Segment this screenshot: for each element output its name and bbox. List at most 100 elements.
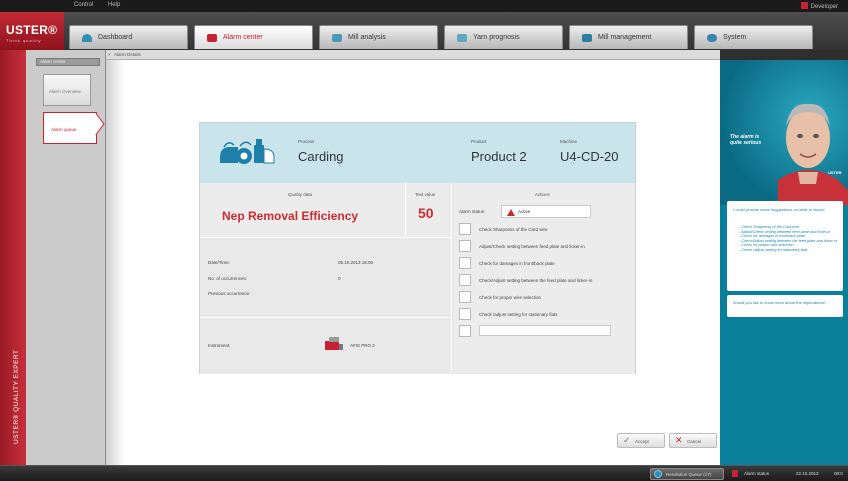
occurrences-value: 0	[338, 276, 341, 281]
check-label: Check for damages in front/back plate	[479, 261, 555, 266]
tab-label: Dashboard	[98, 34, 133, 41]
cancel-label: Cancel	[687, 439, 702, 444]
status-bar: Resolution Queue (17) Alarm status 22.10…	[0, 465, 848, 481]
user-icon	[800, 2, 808, 9]
sidebar-item-alarm-overview[interactable]: Alarm Overview	[43, 74, 91, 106]
implications-text: Would you like to know more about the im…	[733, 300, 827, 305]
check-feed-plate[interactable]	[459, 240, 471, 252]
check-label: Check/Adjust setting between the feed pl…	[479, 278, 593, 283]
product-value: Product 2	[471, 149, 527, 164]
check-label: Check /adjust setting for stationary fla…	[479, 312, 558, 317]
sidebar: Alarm center Alarm Overview Alarm queue	[26, 50, 106, 465]
previous-occurrence-label: Previous occurrence:	[208, 291, 251, 296]
alarm-status-select[interactable]: Active	[501, 205, 591, 218]
tab-label: Mill management	[598, 34, 652, 41]
mill-icon	[332, 34, 342, 42]
status-date: 22.10.2013	[796, 471, 819, 476]
tab-mill-analysis[interactable]: Mill analysis	[319, 25, 438, 49]
alarm-info-panel: Date/Time: 05.10.2013 15:06 No. of occur…	[200, 238, 452, 318]
close-tab-icon[interactable]: ×	[108, 52, 111, 57]
accept-label: Accept	[635, 439, 649, 444]
tab-label: Alarm center	[223, 34, 263, 41]
expert-avatar-icon	[778, 103, 848, 205]
instrument-panel: Instrument: AFIS PRO 2	[200, 318, 452, 374]
gauge-icon	[82, 34, 92, 42]
brand-tagline: Think quality	[6, 38, 42, 43]
tab-yarn-prognosis[interactable]: Yarn prognosis	[444, 25, 563, 49]
alarm-status-label: Alarm status:	[459, 209, 486, 214]
accept-button[interactable]: ✓ Accept	[617, 433, 665, 448]
check-other[interactable]	[459, 325, 471, 337]
tab-label: System	[723, 34, 747, 41]
management-icon	[582, 34, 592, 42]
check-icon: ✓	[623, 435, 631, 445]
tab-mill-management[interactable]: Mill management	[569, 25, 688, 49]
menu-control[interactable]: Control	[74, 2, 93, 8]
check-label: Adjust/Check setting between feed plate …	[479, 244, 585, 249]
suggestions-question: I could provide some suggestions on what…	[733, 207, 825, 212]
quality-data-panel: Quality data Nep Removal Efficiency	[200, 183, 406, 238]
quality-value: Nep Removal Efficiency	[222, 209, 359, 223]
alarm-status-text: Alarm status	[744, 471, 770, 476]
breadcrumb: × Alarm Details	[106, 50, 720, 60]
resolution-queue-label: Resolution Queue (17)	[666, 472, 712, 477]
machine-label: Machine	[560, 139, 578, 144]
test-value: 50	[418, 205, 434, 221]
occurrences-label: No. of occurrences:	[208, 276, 248, 281]
menu-bar: Control Help Developer	[0, 0, 848, 12]
expert-brand: USTER	[828, 170, 842, 175]
process-value: Carding	[298, 149, 344, 164]
breadcrumb-label: Alarm Details	[114, 52, 141, 57]
suggestions-box[interactable]: I could provide some suggestions on what…	[727, 201, 843, 291]
alarm-details-card: Process Carding Product Product 2 Machin…	[199, 122, 636, 374]
implications-box[interactable]: Would you like to know more about the im…	[727, 295, 843, 317]
instrument-value: AFIS PRO 2	[350, 343, 375, 348]
actions-label: Actions	[535, 192, 550, 197]
check-wire-sharpness[interactable]	[459, 223, 471, 235]
user-name: Developer	[810, 4, 838, 10]
check-label: Check Sharpness of the Card wire	[479, 227, 548, 232]
main-content: Process Carding Product Product 2 Machin…	[106, 60, 720, 465]
suggestion-item: - Check /adjust setting for stationary f…	[739, 247, 808, 252]
app-window: Control Help Developer USTER® Think qual…	[0, 0, 848, 481]
user-menu[interactable]: Developer	[800, 2, 838, 10]
tab-alarm-center[interactable]: Alarm center	[194, 25, 313, 49]
check-stationary-flats[interactable]	[459, 308, 471, 320]
process-label: Process	[298, 139, 315, 144]
datetime-value: 05.10.2013 15:06	[338, 260, 374, 265]
test-value-panel: Test value 50	[406, 183, 452, 238]
machine-value: U4-CD-20	[560, 149, 619, 164]
actions-panel: Actions Alarm status: Active Check Sharp…	[453, 183, 635, 374]
alarm-status-value: Active	[518, 209, 531, 214]
suggestions-list: - Check Sharpness of the Card wire - Adj…	[739, 225, 837, 253]
alarm-header: Process Carding Product Product 2 Machin…	[200, 123, 635, 183]
check-label: Check for proper wire selection	[479, 295, 542, 300]
tab-label: Mill analysis	[348, 34, 386, 41]
rail-label: USTER® QUALITY EXPERT	[13, 349, 20, 444]
tab-system[interactable]: System	[694, 25, 813, 49]
brand-rail: USTER® QUALITY EXPERT	[0, 50, 26, 465]
yarn-icon	[457, 34, 467, 42]
sidebar-header: Alarm center	[36, 58, 100, 66]
expert-portrait: The alarm is quite serious USTER	[720, 60, 848, 205]
menu-help[interactable]: Help	[108, 2, 120, 8]
status-time: 08:0	[834, 471, 843, 476]
expert-message: The alarm is quite serious	[730, 134, 762, 146]
clock-icon	[654, 470, 662, 478]
product-label: Product	[471, 139, 487, 144]
sidebar-item-alarm-queue[interactable]: Alarm queue	[43, 112, 97, 144]
cancel-button[interactable]: ✕ Cancel	[669, 433, 717, 448]
check-damages[interactable]	[459, 257, 471, 269]
resolution-queue-button[interactable]: Resolution Queue (17)	[650, 468, 724, 480]
check-wire-selection[interactable]	[459, 291, 471, 303]
test-value-label: Test value	[415, 192, 436, 197]
instrument-label: Instrument:	[208, 343, 231, 348]
system-icon	[707, 34, 717, 42]
alarm-icon	[207, 34, 217, 42]
tab-dashboard[interactable]: Dashboard	[69, 25, 188, 49]
main-nav: Dashboard Alarm center Mill analysis Yar…	[64, 12, 848, 50]
quality-label: Quality data	[288, 192, 313, 197]
warning-icon	[507, 209, 515, 216]
other-text-input[interactable]	[479, 325, 611, 336]
check-feed-plate-licker[interactable]	[459, 274, 471, 286]
